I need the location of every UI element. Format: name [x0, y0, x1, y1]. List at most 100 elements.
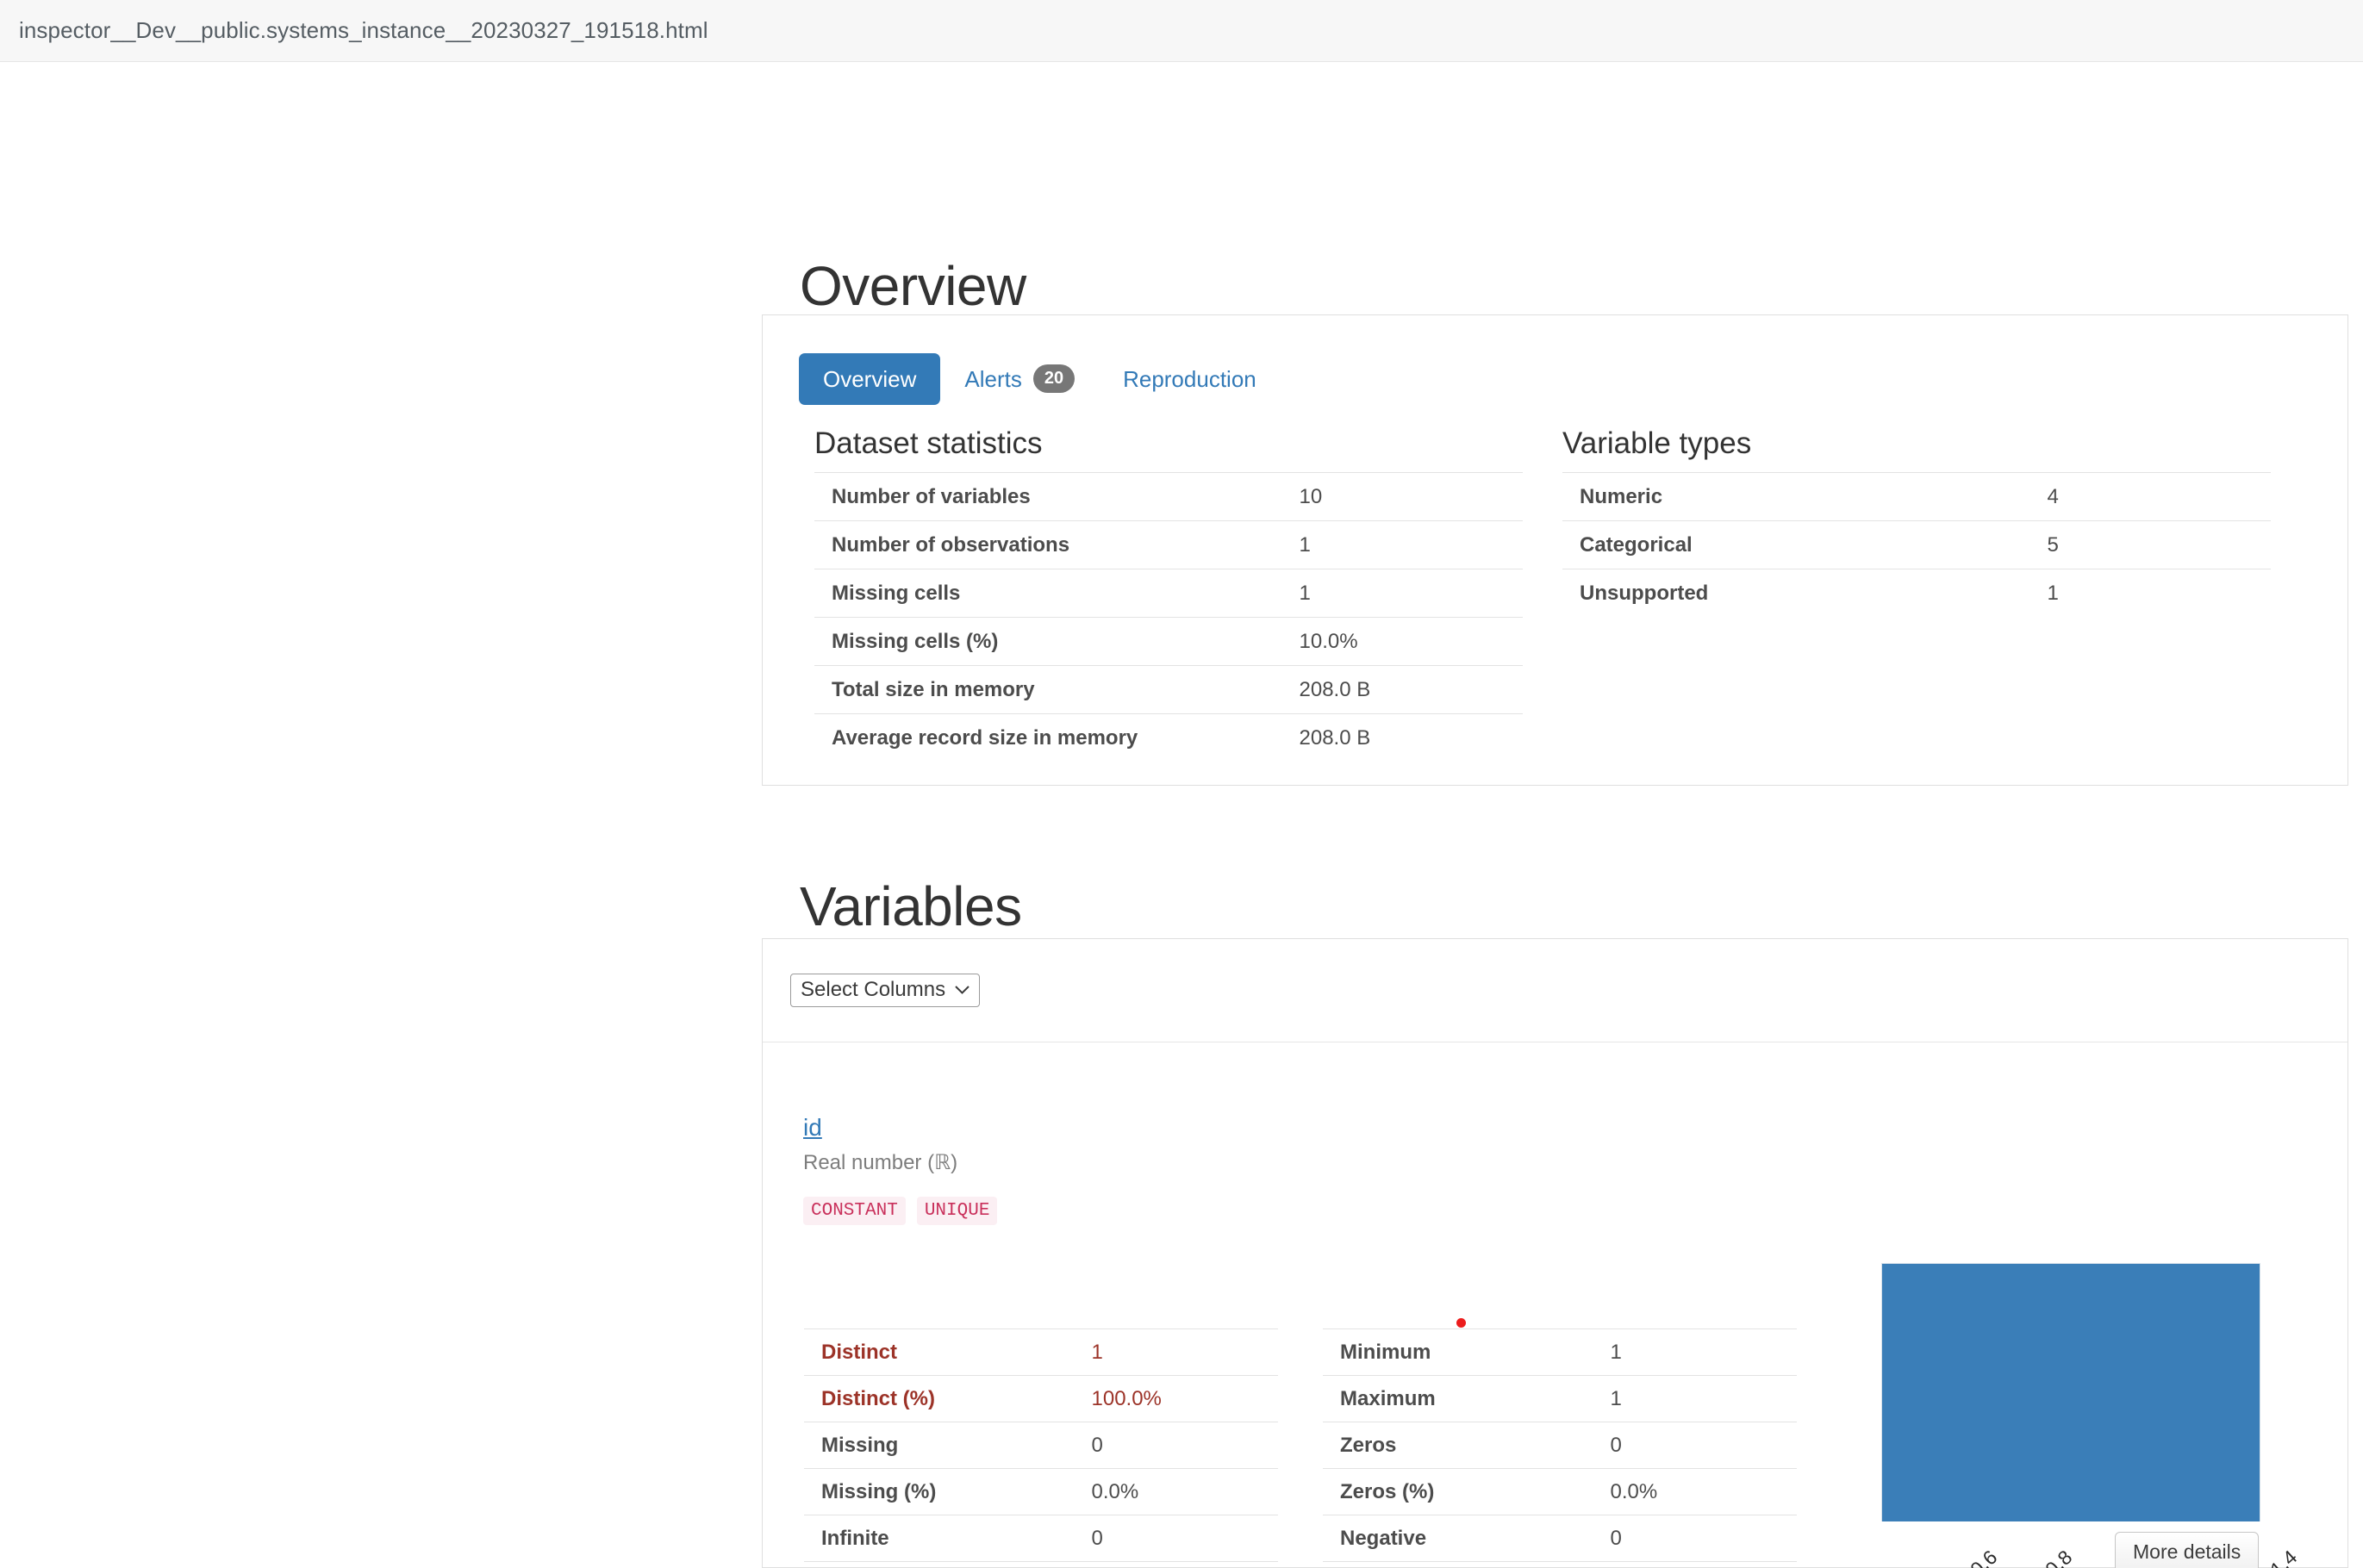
tab-overview[interactable]: Overview [799, 352, 941, 405]
table-row: Missing cells (%) 10.0% [814, 617, 1523, 666]
stat-value: 0 [1593, 1515, 1797, 1562]
stat-key: Distinct (%) [804, 1375, 1075, 1422]
variable-stats-right-table: Minimum 1 Maximum 1 Zeros 0 Zeros (%) 0.… [1323, 1328, 1797, 1568]
table-row: Total size in memory 208.0 B [814, 665, 1523, 714]
table-row: Categorical 5 [1562, 520, 2271, 569]
stat-value: 0.0% [1593, 1468, 1797, 1515]
variables-card: Select Columns id Real number (ℝ) CONSTA… [762, 938, 2348, 1568]
stat-key: Categorical [1562, 520, 2030, 569]
overview-card: Overview Alerts 20 Reproduction Dataset … [762, 314, 2348, 786]
variable-histogram: 0.6 0.8 1.0 1.2 1.4 [1881, 1251, 2301, 1568]
cursor-position-marker [1456, 1318, 1466, 1328]
dataset-statistics-heading: Dataset statistics [814, 426, 1043, 460]
stat-key: Missing [804, 1422, 1075, 1469]
stat-key: Zeros [1323, 1422, 1593, 1469]
variable-tags: CONSTANT UNIQUE [803, 1197, 998, 1225]
stat-value: 0.0% [1074, 1468, 1278, 1515]
overview-tabs: Overview Alerts 20 Reproduction [799, 350, 1281, 408]
table-row: Negative 0 [1323, 1515, 1797, 1562]
table-row: Missing (%) 0.0% [804, 1468, 1278, 1515]
table-row: Distinct 1 [804, 1328, 1278, 1376]
table-row: Numeric 4 [1562, 472, 2271, 521]
stat-value: 5 [2029, 520, 2271, 569]
stat-value: 1 [1593, 1375, 1797, 1422]
table-row: Number of variables 10 [814, 472, 1523, 521]
stat-value: 208.0 B [1281, 665, 1523, 714]
more-details-button[interactable]: More details [2115, 1532, 2260, 1568]
variable-types-block: Variable types Numeric 4 Categorical 5 U… [1562, 426, 2271, 617]
stat-value: 1 [1281, 569, 1523, 618]
stat-value: 208.0 B [1281, 713, 1523, 762]
tab-reproduction-label: Reproduction [1123, 365, 1256, 392]
alerts-count-badge: 20 [1032, 364, 1076, 393]
dataset-statistics-table: Number of variables 10 Number of observa… [814, 472, 1523, 762]
stat-value: 0 [1074, 1515, 1278, 1562]
variable-types-heading: Variable types [1562, 426, 1752, 460]
select-columns-row: Select Columns [763, 939, 2347, 1042]
stat-key: Infinite (%) [804, 1561, 1075, 1568]
stat-key: Zeros (%) [1323, 1468, 1593, 1515]
stat-key: Distinct [804, 1328, 1075, 1376]
table-row: Distinct (%) 100.0% [804, 1375, 1278, 1422]
stat-key: Average record size in memory [814, 713, 1282, 762]
tab-alerts[interactable]: Alerts 20 [940, 350, 1099, 408]
select-columns-label: Select Columns [801, 978, 946, 1001]
variable-type-label: Real number (ℝ) [803, 1151, 958, 1174]
stat-value: 0.0% [1074, 1561, 1278, 1568]
stat-key: Minimum [1323, 1328, 1593, 1376]
tab-reproduction[interactable]: Reproduction [1099, 353, 1281, 405]
stat-key: Negative (%) [1323, 1561, 1593, 1568]
table-row: Zeros 0 [1323, 1422, 1797, 1469]
chevron-down-icon [954, 982, 970, 999]
page-title-overview: Overview [800, 254, 1026, 317]
x-tick-label: 1.4 [2266, 1546, 2302, 1568]
tab-overview-label: Overview [823, 365, 917, 392]
x-tick-label: 0.8 [2041, 1546, 2077, 1568]
table-row: Missing cells 1 [814, 569, 1523, 618]
stat-value: 10.0% [1281, 617, 1523, 666]
stat-key: Number of variables [814, 472, 1282, 521]
table-row: Unsupported 1 [1562, 569, 2271, 617]
table-row: Average record size in memory 208.0 B [814, 713, 1523, 762]
dataset-statistics-block: Dataset statistics Number of variables 1… [814, 426, 1523, 762]
table-row: Zeros (%) 0.0% [1323, 1468, 1797, 1515]
table-row: Number of observations 1 [814, 520, 1523, 569]
table-row: Minimum 1 [1323, 1328, 1797, 1376]
histogram-bar [1881, 1263, 2260, 1521]
table-row: Infinite (%) 0.0% [804, 1561, 1278, 1568]
stat-value: 10 [1281, 472, 1523, 521]
page-title-variables: Variables [800, 874, 1022, 937]
tab-alerts-label: Alerts [964, 365, 1022, 392]
stat-key: Missing (%) [804, 1468, 1075, 1515]
stat-value: 0 [1593, 1422, 1797, 1469]
report-page: Overview Overview Alerts 20 Reproduction… [0, 62, 2363, 1568]
table-row: Missing 0 [804, 1422, 1278, 1469]
variable-stats-left-table: Distinct 1 Distinct (%) 100.0% Missing 0… [804, 1328, 1278, 1568]
stat-key: Missing cells [814, 569, 1282, 618]
x-tick-label: 0.6 [1966, 1546, 2002, 1568]
status-badge-constant: CONSTANT [803, 1197, 906, 1225]
variable-panel-id: id Real number (ℝ) CONSTANT UNIQUE Disti… [763, 1043, 2347, 1568]
window-title: inspector__Dev__public.systems_instance_… [19, 17, 708, 43]
stat-value: 1 [2029, 569, 2271, 617]
variable-name-link[interactable]: id [803, 1116, 822, 1140]
stat-key: Infinite [804, 1515, 1075, 1562]
stat-value: 0.0% [1593, 1561, 1797, 1568]
stat-value: 100.0% [1074, 1375, 1278, 1422]
variable-types-table: Numeric 4 Categorical 5 Unsupported 1 [1562, 472, 2271, 617]
stat-value: 0 [1074, 1422, 1278, 1469]
stat-key: Number of observations [814, 520, 1282, 569]
stat-value: 1 [1593, 1328, 1797, 1376]
stat-value: 1 [1281, 520, 1523, 569]
select-columns-dropdown[interactable]: Select Columns [790, 974, 981, 1008]
table-row: Infinite 0 [804, 1515, 1278, 1562]
stat-key: Maximum [1323, 1375, 1593, 1422]
stat-value: 1 [1074, 1328, 1278, 1376]
stat-key: Negative [1323, 1515, 1593, 1562]
status-badge-unique: UNIQUE [916, 1197, 998, 1225]
stat-value: 4 [2029, 472, 2271, 521]
stat-key: Total size in memory [814, 665, 1282, 714]
table-row: Negative (%) 0.0% [1323, 1561, 1797, 1568]
table-row: Maximum 1 [1323, 1375, 1797, 1422]
stat-key: Missing cells (%) [814, 617, 1282, 666]
